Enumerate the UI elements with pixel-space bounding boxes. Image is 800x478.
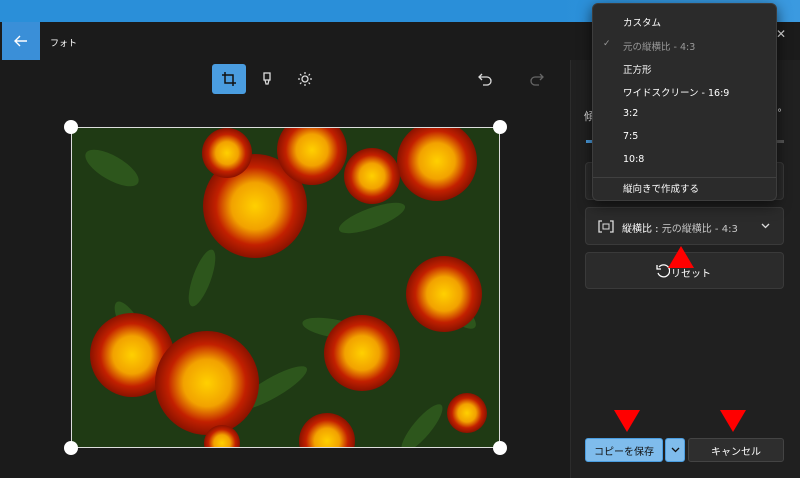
dropdown-item-custom[interactable]: カスタム: [623, 15, 661, 29]
close-icon[interactable]: ✕: [776, 27, 786, 41]
redo-button[interactable]: [520, 64, 554, 94]
crop-handle-bottom-right[interactable]: [493, 441, 507, 455]
brightness-icon: [298, 72, 312, 86]
app-title: フォト: [50, 39, 78, 49]
aspect-ratio-icon: [598, 220, 614, 233]
chevron-down-icon: [761, 223, 770, 229]
marker-icon: [263, 72, 271, 85]
cancel-button[interactable]: キャンセル: [688, 438, 784, 462]
degree-symbol: °: [777, 108, 782, 119]
crop-tool-button[interactable]: [212, 64, 246, 94]
photo-image: [71, 127, 500, 448]
crop-handle-top-left[interactable]: [64, 120, 78, 134]
crop-icon: [222, 72, 236, 86]
back-button[interactable]: [2, 22, 40, 60]
dropdown-item-10-8[interactable]: 10:8: [623, 154, 644, 165]
adjust-tool-button[interactable]: [288, 64, 322, 94]
checkmark-icon: ✓: [603, 39, 611, 49]
aspect-ratio-button[interactable]: 縦横比 : 元の縦横比 - 4:3: [585, 207, 784, 245]
markup-tool-button[interactable]: [250, 64, 284, 94]
dropdown-item-widescreen[interactable]: ワイドスクリーン - 16:9: [623, 85, 729, 99]
arrow-left-icon: [14, 35, 27, 47]
annotation-arrow-up: [668, 246, 694, 268]
crop-handle-bottom-left[interactable]: [64, 441, 78, 455]
undo-icon: [478, 73, 492, 86]
dropdown-item-7-5[interactable]: 7:5: [623, 131, 638, 142]
crop-handle-top-right[interactable]: [493, 120, 507, 134]
save-options-dropdown-button[interactable]: [665, 438, 685, 462]
undo-button[interactable]: [468, 64, 502, 94]
save-copy-button[interactable]: コピーを保存: [585, 438, 663, 462]
dropdown-separator: [593, 177, 776, 178]
redo-icon: [530, 73, 544, 86]
dropdown-item-3-2[interactable]: 3:2: [623, 108, 638, 119]
marigold-flowers-image: [72, 128, 499, 447]
dropdown-item-original[interactable]: 元の縦横比 - 4:3: [623, 39, 695, 53]
chevron-down-icon: [671, 447, 679, 453]
dropdown-item-square[interactable]: 正方形: [623, 62, 652, 76]
annotation-arrow-down-save: [614, 410, 640, 432]
dropdown-item-portrait[interactable]: 縦向きで作成する: [623, 181, 699, 195]
annotation-arrow-down-cancel: [720, 410, 746, 432]
aspect-ratio-text: 縦横比 : 元の縦横比 - 4:3: [622, 224, 738, 235]
aspect-ratio-dropdown-menu: カスタム ✓ 元の縦横比 - 4:3 正方形 ワイドスクリーン - 16:9 3…: [592, 3, 777, 201]
